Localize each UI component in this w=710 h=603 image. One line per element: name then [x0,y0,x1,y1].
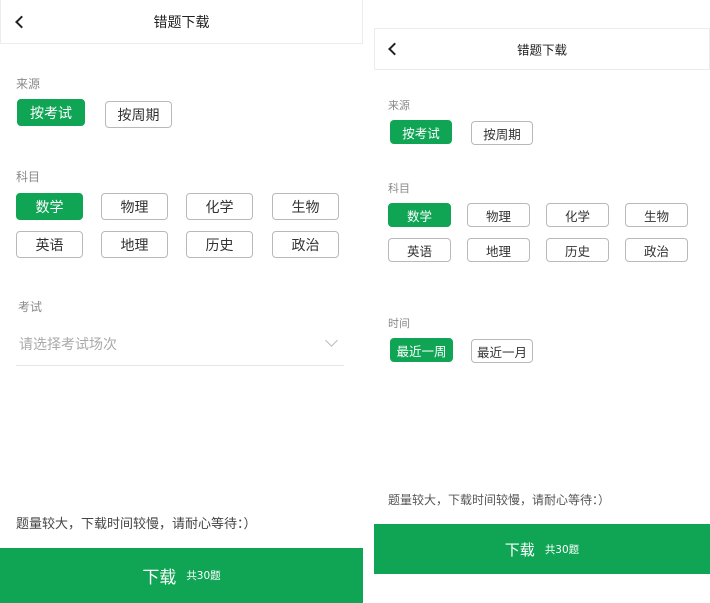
page-title: 错题下载 [153,14,210,31]
subject-option-physics[interactable]: 物理 [101,193,168,220]
source-option-exam[interactable]: 按考试 [390,120,452,144]
exam-label: 考试 [18,300,43,314]
subject-option-physics[interactable]: 物理 [467,203,530,227]
download-label: 下载 [142,568,177,588]
exam-select-placeholder: 请选择考试场次 [19,337,117,353]
download-count: 共30题 [544,543,580,556]
source-label: 来源 [388,99,410,112]
subject-option-politics[interactable]: 政治 [272,231,339,258]
subject-option-history[interactable]: 历史 [186,231,253,258]
download-label: 下载 [504,540,535,559]
header: 错题下载 [0,0,363,44]
subject-option-english[interactable]: 英语 [16,231,83,258]
exam-mode-screen: 错题下载 来源 按考试 按周期 科目 数学 物理 化学 生物 英语 地理 历史 … [0,0,363,603]
notice-text: 题量较大，下载时间较慢，请耐心等待：） [16,517,257,532]
time-option-week[interactable]: 最近一周 [390,338,453,362]
subject-option-english[interactable]: 英语 [388,238,451,262]
subject-option-biology[interactable]: 生物 [625,203,688,227]
source-label: 来源 [16,77,41,91]
exam-select[interactable]: 请选择考试场次 [16,326,344,366]
subject-option-geography[interactable]: 地理 [467,238,530,262]
subject-option-politics[interactable]: 政治 [625,238,688,262]
subject-option-math[interactable]: 数学 [388,203,451,227]
notice-text: 题量较大，下载时间较慢，请耐心等待：） [388,493,611,507]
time-label: 时间 [388,317,410,330]
source-option-exam[interactable]: 按考试 [17,99,85,126]
source-option-period[interactable]: 按周期 [471,121,533,145]
subject-option-biology[interactable]: 生物 [272,193,339,220]
source-option-period[interactable]: 按周期 [105,101,172,128]
time-option-month[interactable]: 最近一月 [471,339,533,363]
download-count: 共30题 [186,570,221,582]
header: 错题下载 [374,28,710,70]
subject-label: 科目 [16,170,41,184]
subject-option-history[interactable]: 历史 [546,238,609,262]
page-title: 错题下载 [516,42,567,58]
chevron-down-icon [325,334,338,347]
download-button[interactable]: 下载 共30题 [0,548,363,603]
subject-option-chemistry[interactable]: 化学 [546,203,609,227]
subject-option-geography[interactable]: 地理 [101,231,168,258]
download-button[interactable]: 下载 共30题 [374,524,710,574]
period-mode-screen: 错题下载 来源 按考试 按周期 科目 数学 物理 化学 生物 英语 地理 历史 … [374,28,710,574]
subject-label: 科目 [388,182,410,195]
subject-option-chemistry[interactable]: 化学 [186,193,253,220]
subject-option-math[interactable]: 数学 [16,193,83,220]
